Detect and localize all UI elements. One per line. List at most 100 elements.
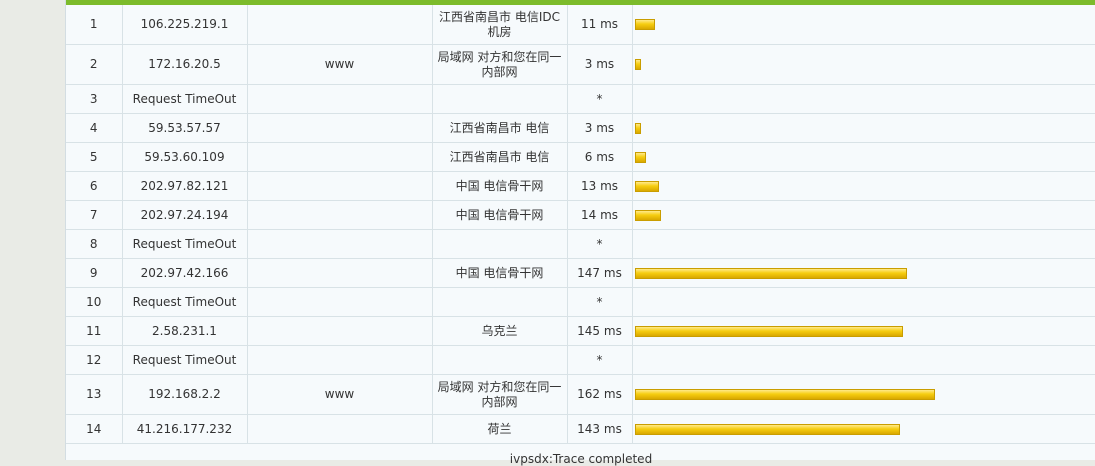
time-cell: 3 ms (567, 44, 633, 85)
ip-cell: 2.58.231.1 (122, 316, 248, 346)
trace-panel: 1 106.225.219.1 江西省南昌市 电信IDC机房 11 ms 2 172.16… (65, 0, 1095, 466)
time-cell: 14 ms (567, 200, 633, 230)
traceroute-table: 1 106.225.219.1 江西省南昌市 电信IDC机房 11 ms 2 172.16… (66, 5, 1095, 444)
hop-cell: 6 (66, 171, 123, 201)
hostname-cell (247, 414, 433, 444)
latency-bar-cell (632, 287, 1095, 317)
hop-cell: 10 (66, 287, 123, 317)
table-row: 12 Request TimeOut * (66, 345, 1095, 375)
table-row: 6 202.97.82.121 中国 电信骨干网 13 ms (66, 171, 1095, 201)
ip-cell: Request TimeOut (122, 345, 248, 375)
hostname-cell (247, 200, 433, 230)
latency-bar-cell (632, 84, 1095, 114)
table-row: 4 59.53.57.57 江西省南昌市 电信 3 ms (66, 113, 1095, 143)
ip-cell: Request TimeOut (122, 287, 248, 317)
location-cell: 中国 电信骨干网 (432, 171, 568, 201)
hostname-cell (247, 229, 433, 259)
table-row: 13 192.168.2.2 www 局域网 对方和您在同一内部网 162 ms (66, 374, 1095, 415)
ip-cell: Request TimeOut (122, 84, 248, 114)
hostname-cell (247, 345, 433, 375)
time-cell: * (567, 345, 633, 375)
time-cell: * (567, 287, 633, 317)
latency-bar-cell (632, 200, 1095, 230)
latency-bar (634, 59, 641, 70)
table-row: 11 2.58.231.1 乌克兰 145 ms (66, 316, 1095, 346)
hop-cell: 12 (66, 345, 123, 375)
hop-cell: 4 (66, 113, 123, 143)
ip-cell: 202.97.42.166 (122, 258, 248, 288)
location-cell: 局域网 对方和您在同一内部网 (432, 374, 568, 415)
latency-bar (634, 19, 655, 30)
time-cell: 6 ms (567, 142, 633, 172)
latency-bar-cell (632, 374, 1095, 415)
latency-bar-cell (632, 113, 1095, 143)
ip-cell: 192.168.2.2 (122, 374, 248, 415)
time-cell: 13 ms (567, 171, 633, 201)
hostname-cell (247, 5, 433, 45)
hop-cell: 13 (66, 374, 123, 415)
latency-bar-cell (632, 5, 1095, 45)
location-cell (432, 84, 568, 114)
latency-bar-cell (632, 171, 1095, 201)
hop-cell: 1 (66, 5, 123, 45)
ip-cell: 202.97.24.194 (122, 200, 248, 230)
time-cell: 147 ms (567, 258, 633, 288)
table-row: 7 202.97.24.194 中国 电信骨干网 14 ms (66, 200, 1095, 230)
location-cell: 中国 电信骨干网 (432, 200, 568, 230)
hop-cell: 2 (66, 44, 123, 85)
time-cell: 11 ms (567, 5, 633, 45)
latency-bar (634, 122, 641, 134)
ip-cell: 41.216.177.232 (122, 414, 248, 444)
table-row: 10 Request TimeOut * (66, 287, 1095, 317)
location-cell: 江西省南昌市 电信 (432, 142, 568, 172)
hostname-cell (247, 287, 433, 317)
time-cell: 143 ms (567, 414, 633, 444)
hostname-cell (247, 171, 433, 201)
latency-bar-cell (632, 142, 1095, 172)
latency-bar-cell (632, 258, 1095, 288)
hostname-cell (247, 84, 433, 114)
time-cell: 145 ms (567, 316, 633, 346)
hostname-cell: www (247, 374, 433, 415)
ip-cell: 59.53.60.109 (122, 142, 248, 172)
ip-cell: Request TimeOut (122, 229, 248, 259)
hostname-cell (247, 258, 433, 288)
latency-bar (634, 267, 907, 279)
location-cell: 江西省南昌市 电信 (432, 113, 568, 143)
latency-bar (634, 151, 646, 163)
latency-bar-cell (632, 44, 1095, 85)
latency-bar (634, 209, 661, 221)
time-cell: * (567, 229, 633, 259)
location-cell: 乌克兰 (432, 316, 568, 346)
latency-bar (634, 325, 903, 337)
latency-bar (634, 423, 900, 435)
hostname-cell (247, 113, 433, 143)
ip-cell: 172.16.20.5 (122, 44, 248, 85)
ip-cell: 59.53.57.57 (122, 113, 248, 143)
hop-cell: 5 (66, 142, 123, 172)
table-row: 2 172.16.20.5 www 局域网 对方和您在同一内部网 3 ms (66, 44, 1095, 85)
hop-cell: 8 (66, 229, 123, 259)
location-cell: 荷兰 (432, 414, 568, 444)
time-cell: 162 ms (567, 374, 633, 415)
table-row: 1 106.225.219.1 江西省南昌市 电信IDC机房 11 ms (66, 5, 1095, 45)
table-row: 9 202.97.42.166 中国 电信骨干网 147 ms (66, 258, 1095, 288)
location-cell (432, 345, 568, 375)
hop-cell: 3 (66, 84, 123, 114)
location-cell (432, 287, 568, 317)
latency-bar-cell (632, 414, 1095, 444)
table-row: 14 41.216.177.232 荷兰 143 ms (66, 414, 1095, 444)
ip-cell: 202.97.82.121 (122, 171, 248, 201)
trace-status-text: ivpsdx:Trace completed (509, 452, 653, 466)
location-cell: 局域网 对方和您在同一内部网 (432, 44, 568, 85)
time-cell: 3 ms (567, 113, 633, 143)
table-row: 3 Request TimeOut * (66, 84, 1095, 114)
hostname-cell: www (247, 44, 433, 85)
hop-cell: 14 (66, 414, 123, 444)
ip-cell: 106.225.219.1 (122, 5, 248, 45)
time-cell: * (567, 84, 633, 114)
table-row: 8 Request TimeOut * (66, 229, 1095, 259)
latency-bar-cell (632, 316, 1095, 346)
location-cell: 江西省南昌市 电信IDC机房 (432, 5, 568, 45)
table-row: 5 59.53.60.109 江西省南昌市 电信 6 ms (66, 142, 1095, 172)
